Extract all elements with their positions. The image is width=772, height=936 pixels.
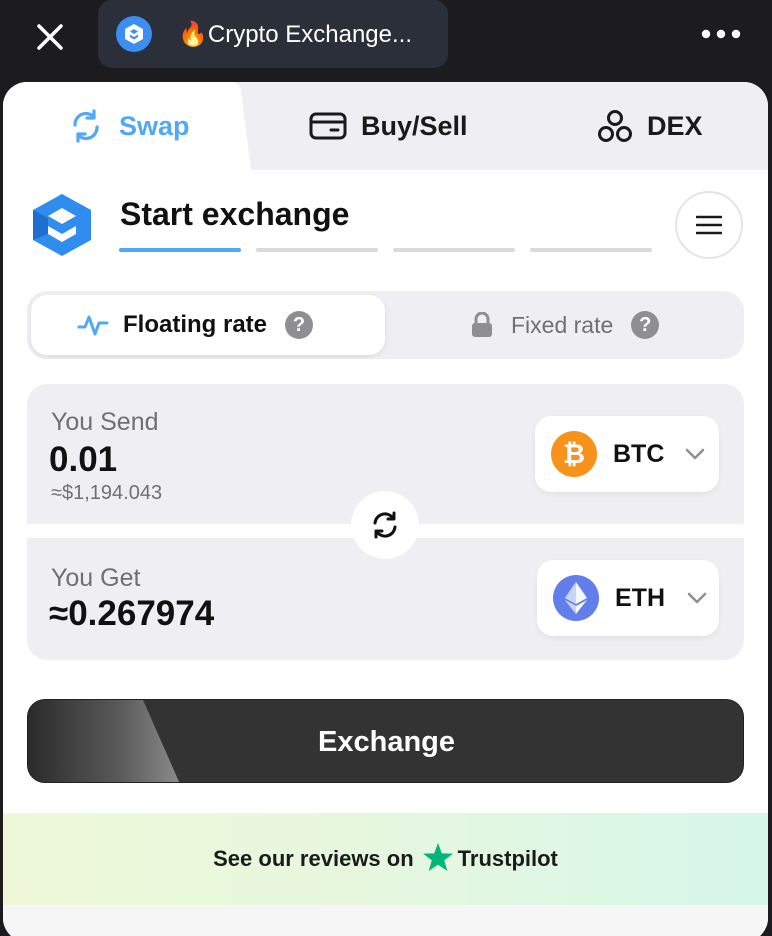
tab-buy-sell-label: Buy/Sell	[361, 110, 468, 141]
send-amount-input[interactable]: 0.01	[49, 440, 117, 480]
get-currency-select[interactable]: ETH	[537, 560, 719, 636]
tab-swap-label: Swap	[119, 110, 190, 141]
hamburger-menu-icon	[696, 215, 722, 235]
tab-title-pill[interactable]: 🔥Crypto Exchange...	[98, 0, 448, 68]
page-title: Start exchange	[120, 196, 350, 232]
help-icon[interactable]: ?	[631, 311, 660, 339]
progress-step	[393, 248, 515, 252]
trustpilot-star-icon	[422, 843, 453, 871]
bottom-strip	[3, 905, 768, 936]
tab-dex-label: DEX	[647, 110, 703, 141]
send-currency-code: BTC	[613, 439, 665, 468]
exchange-button[interactable]: Exchange	[27, 699, 744, 783]
swap-direction-button[interactable]	[351, 491, 419, 559]
progress-steps	[119, 248, 667, 252]
help-icon[interactable]: ?	[285, 311, 314, 339]
progress-step	[119, 248, 241, 252]
tab-dex[interactable]: DEX	[597, 82, 703, 170]
chevron-down-icon	[687, 592, 707, 604]
trustpilot-banner[interactable]: See our reviews on Trustpilot	[3, 813, 768, 905]
progress-step	[256, 248, 378, 252]
tab-swap[interactable]: Swap	[67, 82, 190, 170]
more-horizontal-icon	[701, 29, 741, 39]
pulse-icon	[77, 315, 109, 336]
send-label: You Send	[51, 408, 159, 436]
window-title: 🔥Crypto Exchange...	[178, 21, 412, 48]
eth-icon	[553, 575, 599, 621]
get-currency-code: ETH	[615, 583, 665, 612]
menu-button[interactable]	[675, 191, 743, 259]
top-bar: 🔥Crypto Exchange...	[0, 0, 772, 74]
exchange-button-label: Exchange	[318, 725, 455, 758]
floating-rate-option[interactable]: Floating rate ?	[31, 295, 385, 355]
close-button[interactable]	[30, 17, 70, 57]
btc-icon: ₿	[551, 431, 597, 477]
app-logo-icon	[116, 16, 152, 52]
send-usd-estimate: ≈$1,194.043	[51, 482, 163, 504]
lock-icon	[472, 312, 492, 337]
swap-arrows-icon	[73, 109, 99, 143]
fixed-rate-option[interactable]: Fixed rate ?	[387, 295, 741, 355]
tab-buy-sell[interactable]: Buy/Sell	[309, 82, 468, 170]
progress-step	[530, 248, 652, 252]
brand-logo-icon	[33, 194, 91, 256]
get-amount: ≈0.267974	[49, 594, 215, 633]
get-label: You Get	[51, 564, 141, 592]
floating-rate-label: Floating rate	[123, 311, 268, 338]
send-currency-select[interactable]: ₿ BTC	[535, 416, 719, 492]
close-icon	[37, 24, 63, 50]
exchange-widget: Swap Buy/Sell DEX Start exchange Floatin…	[3, 82, 768, 936]
refresh-icon	[373, 511, 397, 539]
chevron-down-icon	[685, 448, 705, 460]
trustpilot-text: See our reviews on	[213, 846, 414, 871]
trustpilot-brand: Trustpilot	[457, 846, 558, 871]
credit-card-icon	[309, 112, 347, 140]
rate-toggle: Floating rate ? Fixed rate ?	[27, 291, 744, 359]
more-button[interactable]	[700, 24, 742, 44]
dex-circles-icon	[598, 110, 632, 142]
fixed-rate-label: Fixed rate	[511, 311, 614, 338]
